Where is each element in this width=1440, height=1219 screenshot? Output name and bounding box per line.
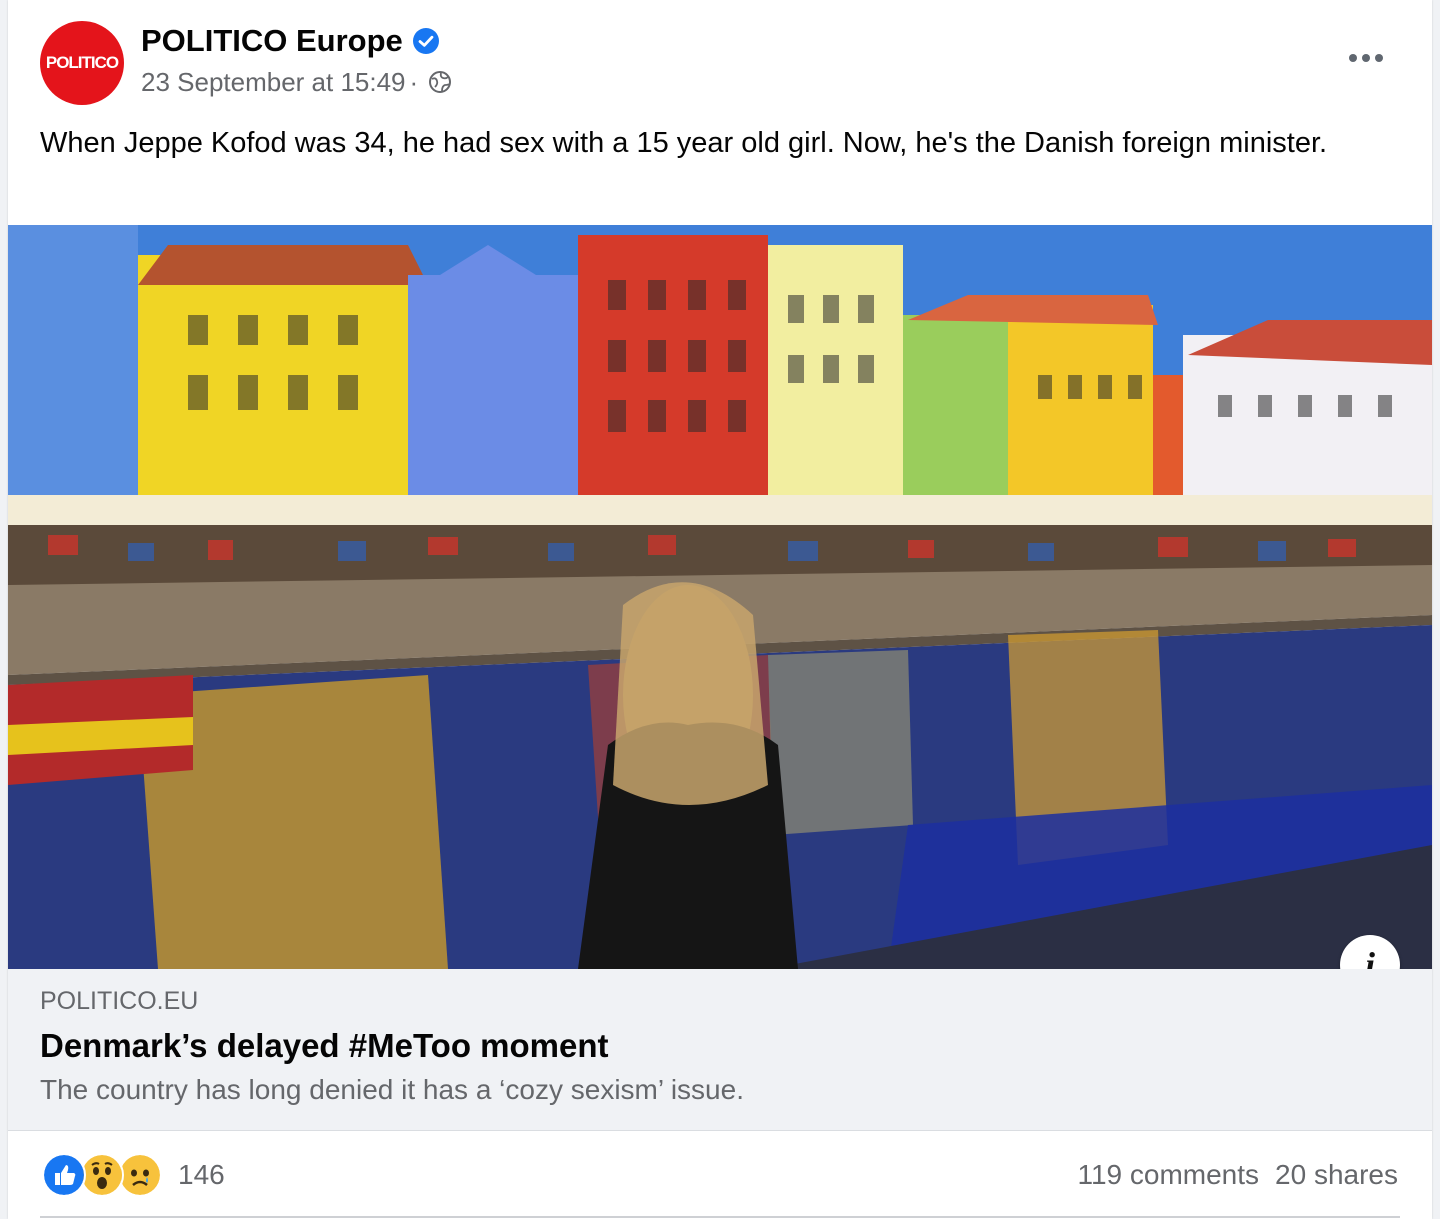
meta-separator: · [409, 66, 419, 97]
link-description: The country has long denied it has a ‘co… [40, 1074, 744, 1105]
more-options-button[interactable] [1342, 40, 1390, 76]
post-message: When Jeppe Kofod was 34, he had sex with… [40, 127, 1328, 159]
link-title[interactable]: Denmark’s delayed #MeToo moment [40, 1027, 609, 1065]
more-dot [1375, 54, 1383, 62]
page-name-row: POLITICO Europe [141, 20, 439, 62]
sad-icon [118, 1153, 162, 1197]
more-dot [1362, 54, 1370, 62]
link-preview-card[interactable]: POLITICO.EU Denmark’s delayed #MeToo mom… [8, 969, 1432, 1131]
avatar-logo-text: POLITICO [45, 53, 119, 72]
comments-count-link[interactable]: 119 comments [1077, 1159, 1259, 1191]
page-name-link[interactable]: POLITICO Europe [141, 23, 403, 59]
reaction-count: 146 [178, 1159, 225, 1190]
post-timestamp[interactable]: 23 September at 15:49 [141, 67, 406, 98]
reaction-summary[interactable]: 146 [42, 1152, 225, 1198]
footer-divider [40, 1216, 1400, 1218]
post-meta: 23 September at 15:49 · [141, 64, 452, 100]
facebook-post: POLITICO POLITICO Europe 23 September at… [8, 0, 1432, 1219]
link-preview-image[interactable] [8, 225, 1432, 969]
globe-icon[interactable] [428, 70, 452, 94]
shares-count-link[interactable]: 20 shares [1275, 1159, 1398, 1191]
more-horizontal-icon [1349, 54, 1357, 62]
link-domain: POLITICO.EU [40, 987, 199, 1015]
verified-badge-icon [412, 28, 439, 54]
like-icon [42, 1153, 86, 1197]
engagement-stats: 119 comments 20 shares [1077, 1152, 1398, 1198]
page-avatar[interactable]: POLITICO [40, 21, 124, 105]
wow-icon [80, 1153, 124, 1197]
